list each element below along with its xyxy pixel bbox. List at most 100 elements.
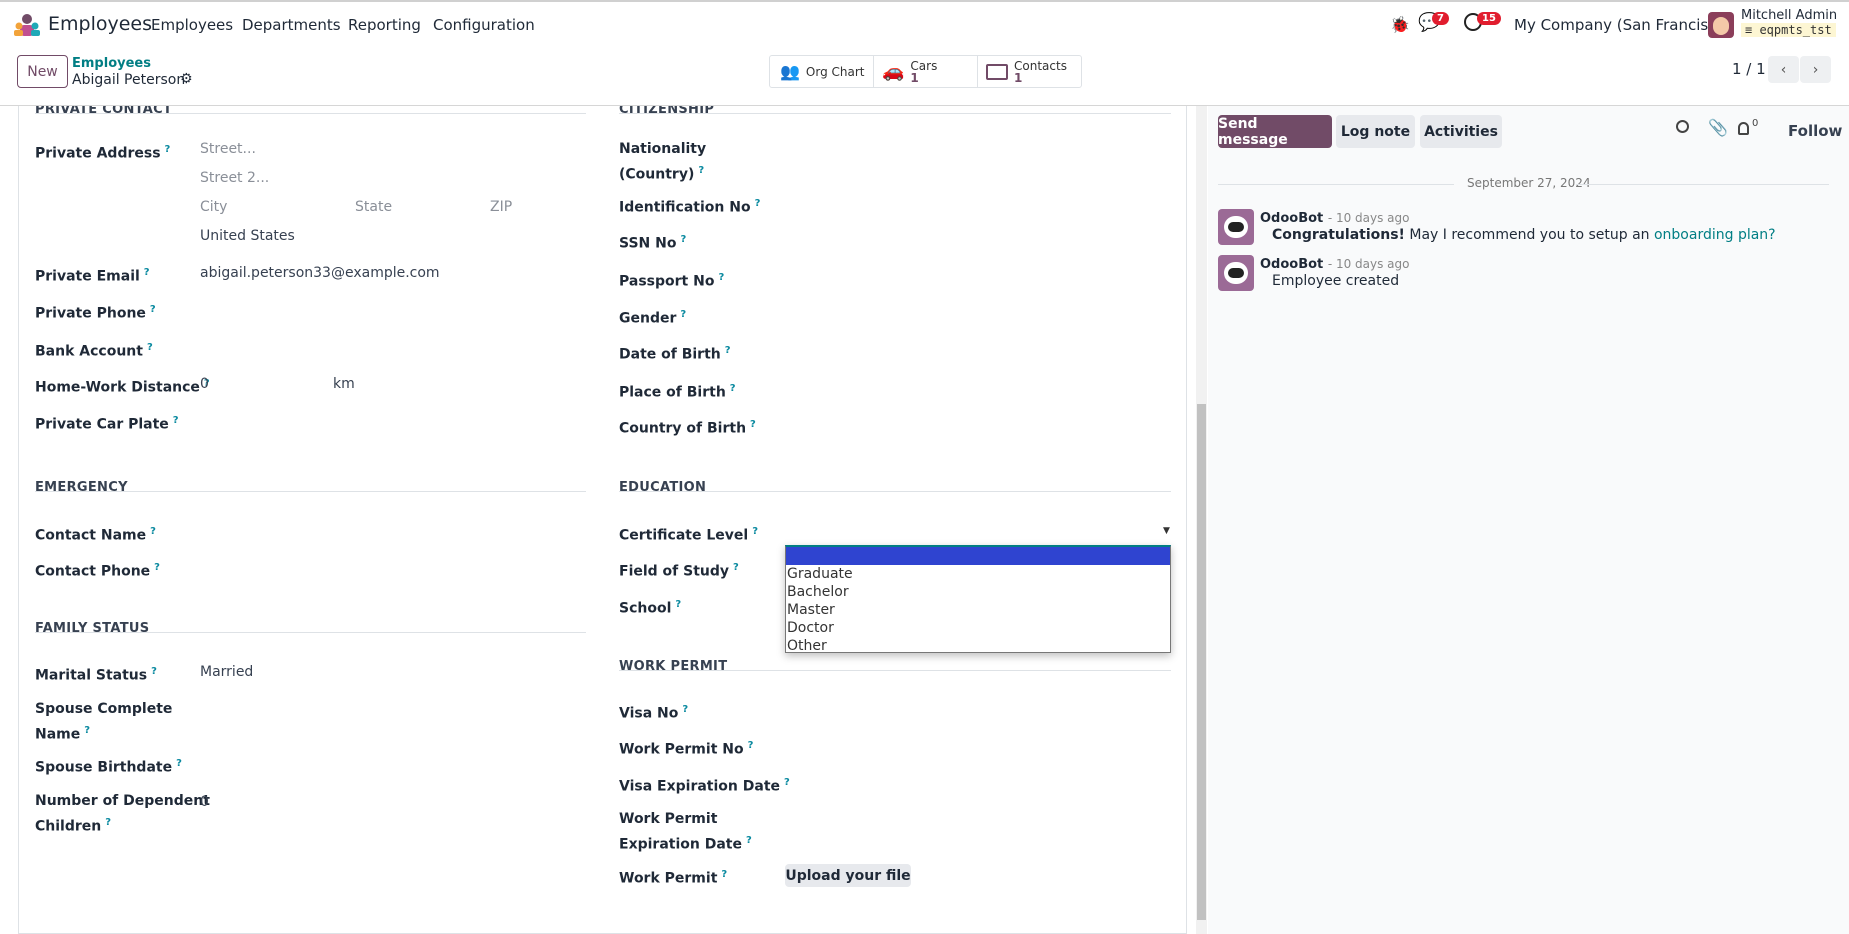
certificate-level-dropdown[interactable]: Graduate Bachelor Master Doctor Other [785, 545, 1171, 655]
certificate-option[interactable]: Master [786, 601, 1170, 619]
send-message-button[interactable]: Send message [1218, 115, 1332, 148]
help-tooltip-icon[interactable]: ? [748, 740, 754, 751]
help-tooltip-icon[interactable]: ? [150, 304, 156, 315]
help-tooltip-icon[interactable]: ? [150, 526, 156, 537]
help-tooltip-icon[interactable]: ? [173, 415, 179, 426]
follow-button[interactable]: Follow [1788, 122, 1842, 140]
help-tooltip-icon[interactable]: ? [784, 777, 790, 788]
debug-bug-icon[interactable]: 🐞 [1390, 15, 1410, 34]
help-tooltip-icon[interactable]: ? [750, 419, 756, 430]
certificate-option[interactable] [786, 547, 1170, 565]
author-name[interactable]: OdooBot [1260, 257, 1323, 272]
identification-no-label-text: Identification No [619, 199, 751, 216]
street2-input[interactable]: Street 2... [200, 170, 269, 186]
help-tooltip-icon[interactable]: ? [144, 267, 150, 278]
onboarding-plan-link[interactable]: onboarding plan? [1654, 227, 1776, 243]
breadcrumb-employees[interactable]: Employees [72, 56, 151, 71]
help-tooltip-icon[interactable]: ? [755, 198, 761, 209]
help-tooltip-icon[interactable]: ? [721, 869, 727, 880]
app-name[interactable]: Employees [48, 13, 152, 35]
contact-name-label: Contact Name? [35, 521, 156, 547]
database-badge: ≡ eqpmts_tst [1741, 23, 1836, 37]
help-tooltip-icon[interactable]: ? [730, 383, 736, 394]
menu-departments[interactable]: Departments [242, 16, 341, 34]
contacts-button[interactable]: Contacts 1 [978, 56, 1081, 87]
home-work-distance-input[interactable]: 0 [200, 376, 209, 392]
work-permit-expiration-label-text-2: Expiration Date [619, 836, 742, 853]
date-separator: September 27, 2024 [1467, 176, 1591, 190]
help-tooltip-icon[interactable]: ? [725, 345, 731, 356]
new-button[interactable]: New [17, 55, 68, 88]
message-time: - 10 days ago [1327, 257, 1410, 271]
activities-button[interactable]: Activities [1420, 115, 1502, 148]
help-tooltip-icon[interactable]: ? [680, 234, 686, 245]
menu-configuration[interactable]: Configuration [433, 16, 535, 34]
help-tooltip-icon[interactable]: ? [718, 272, 724, 283]
scrollbar-thumb[interactable] [1197, 404, 1206, 920]
search-icon[interactable] [1676, 120, 1689, 133]
private-email-input[interactable]: abigail.peterson33@example.com [200, 265, 440, 281]
author-name[interactable]: OdooBot [1260, 211, 1323, 226]
help-tooltip-icon[interactable]: ? [105, 817, 111, 828]
help-tooltip-icon[interactable]: ? [151, 666, 157, 677]
menu-employees[interactable]: Employees [151, 16, 233, 34]
odoobot-avatar[interactable] [1218, 209, 1254, 245]
message-author[interactable]: OdooBot - 10 days ago [1260, 257, 1410, 272]
country-of-birth-label: Country of Birth? [619, 414, 756, 440]
help-tooltip-icon[interactable]: ? [733, 562, 739, 573]
distance-unit[interactable]: km [333, 376, 355, 392]
app-logo-icon[interactable] [14, 13, 40, 37]
car-icon: 🚗 [882, 61, 905, 82]
gear-icon[interactable]: ⚙ [180, 71, 193, 87]
org-chart-button[interactable]: 👥 Org Chart [770, 56, 874, 87]
help-tooltip-icon[interactable]: ? [147, 342, 153, 353]
country-input[interactable]: United States [200, 228, 295, 244]
cars-button[interactable]: 🚗 Cars 1 [874, 56, 978, 87]
nationality-label-text-2: (Country) [619, 166, 695, 183]
pager-previous-button[interactable]: ‹ [1768, 56, 1799, 83]
dependent-children-input[interactable]: 0 [200, 794, 209, 810]
help-tooltip-icon[interactable]: ? [165, 144, 171, 155]
upload-file-button[interactable]: Upload your file [785, 864, 911, 887]
help-tooltip-icon[interactable]: ? [680, 309, 686, 320]
form-scrollbar[interactable] [1196, 106, 1207, 934]
field-of-study-label: Field of Study? [619, 557, 739, 583]
identification-no-label: Identification No? [619, 193, 760, 219]
certificate-option[interactable]: Graduate [786, 565, 1170, 583]
city-input[interactable]: City [200, 199, 227, 215]
followers-icon[interactable] [1738, 122, 1749, 135]
ssn-no-label: SSN No? [619, 229, 686, 255]
paperclip-icon[interactable]: 📎 [1708, 118, 1728, 137]
school-label-text: School [619, 600, 672, 617]
help-tooltip-icon[interactable]: ? [698, 165, 704, 176]
message-author[interactable]: OdooBot - 10 days ago [1260, 211, 1410, 226]
dependent-children-label: Number of Dependent Children? [35, 791, 210, 838]
certificate-option[interactable]: Bachelor [786, 583, 1170, 601]
user-name[interactable]: Mitchell Admin [1741, 8, 1837, 23]
section-emergency-divider [35, 491, 586, 492]
log-note-button[interactable]: Log note [1336, 115, 1415, 148]
help-tooltip-icon[interactable]: ? [682, 704, 688, 715]
state-input[interactable]: State [355, 199, 392, 215]
company-switcher[interactable]: My Company (San Francisco) [1514, 16, 1731, 34]
date-divider-left [1218, 184, 1454, 185]
street-input[interactable]: Street... [200, 141, 256, 157]
help-tooltip-icon[interactable]: ? [176, 758, 182, 769]
menu-reporting[interactable]: Reporting [348, 16, 421, 34]
country-of-birth-label-text: Country of Birth [619, 420, 747, 437]
user-avatar[interactable] [1708, 12, 1734, 38]
certificate-level-label: Certificate Level? [619, 521, 758, 547]
certificate-option[interactable]: Other [786, 637, 1170, 655]
odoobot-avatar[interactable] [1218, 255, 1254, 291]
help-tooltip-icon[interactable]: ? [746, 835, 752, 846]
marital-status-select[interactable]: Married [200, 664, 253, 680]
pager-next-button[interactable]: › [1800, 56, 1831, 83]
certificate-option[interactable]: Doctor [786, 619, 1170, 637]
help-tooltip-icon[interactable]: ? [154, 562, 160, 573]
certificate-level-select-arrow-icon[interactable]: ▼ [1163, 526, 1170, 536]
pager-value[interactable]: 1 / 1 [1732, 60, 1766, 78]
help-tooltip-icon[interactable]: ? [752, 526, 758, 537]
help-tooltip-icon[interactable]: ? [84, 725, 90, 736]
help-tooltip-icon[interactable]: ? [675, 599, 681, 610]
zip-input[interactable]: ZIP [490, 199, 512, 215]
